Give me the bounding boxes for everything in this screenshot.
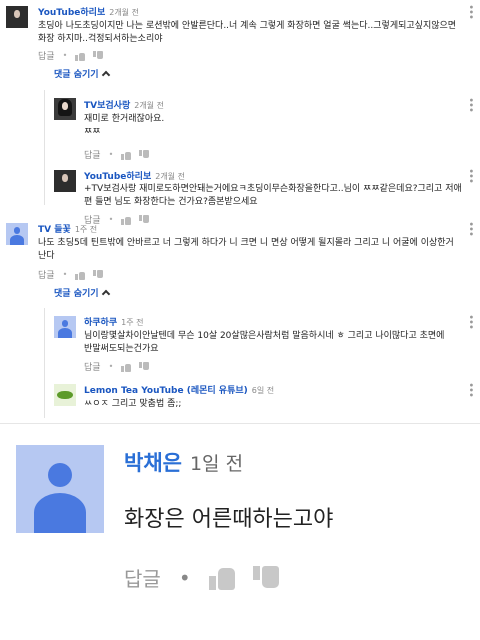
thumbs-down-icon[interactable] bbox=[139, 361, 150, 372]
section-divider bbox=[0, 423, 480, 424]
avatar-shoulders bbox=[33, 493, 87, 533]
avatar[interactable] bbox=[6, 6, 28, 28]
reply-button[interactable]: 답글 bbox=[84, 360, 101, 373]
comment-text: 재미로 한거래잖아요. ㅉㅉ bbox=[84, 114, 165, 137]
chevron-up-icon bbox=[101, 70, 110, 80]
author-name[interactable]: 하쿠하쿠 bbox=[84, 318, 117, 328]
reply-button[interactable]: 답글 bbox=[84, 148, 101, 161]
author-name[interactable]: TV 들꽃 bbox=[38, 225, 71, 235]
lemon-tea-icon bbox=[57, 390, 73, 400]
chevron-up-icon bbox=[101, 289, 110, 299]
thumbs-down-icon[interactable] bbox=[93, 269, 104, 280]
comment-time[interactable]: 1일 전 bbox=[190, 453, 243, 475]
avatar-face bbox=[13, 10, 21, 19]
thumbs-up-icon[interactable] bbox=[208, 566, 235, 590]
reply-thread-line bbox=[44, 90, 45, 205]
dot-separator: • bbox=[108, 362, 114, 371]
reply-button[interactable]: 답글 bbox=[38, 49, 55, 62]
avatar-head bbox=[13, 227, 21, 234]
comment-text: 님이랑몇살차이안날텐데 무슨 10살 20살많은사람처럼 말음하시네 ㅎ 그리고… bbox=[84, 331, 445, 354]
comment-time[interactable]: 2개월 전 bbox=[109, 8, 139, 17]
comment-author[interactable]: YouTube하리보 2개월 전 bbox=[38, 5, 139, 18]
thumbs-down-icon[interactable] bbox=[252, 565, 279, 590]
dot-separator: • bbox=[62, 270, 68, 279]
comment-time[interactable]: 2개월 전 bbox=[155, 172, 185, 181]
comment-author[interactable]: 박채은 1일 전 bbox=[124, 447, 243, 477]
avatar[interactable] bbox=[54, 384, 76, 406]
hide-replies-label: 댓글 숨기기 bbox=[54, 70, 99, 80]
author-name[interactable]: YouTube하리보 bbox=[84, 172, 151, 182]
avatar[interactable] bbox=[6, 223, 28, 245]
avatar-head bbox=[61, 320, 69, 327]
comment-author[interactable]: 하쿠하쿠 1주 전 bbox=[84, 315, 143, 328]
comment-actions: 답글 • bbox=[124, 563, 279, 592]
more-options-icon[interactable]: ••• bbox=[465, 221, 476, 236]
more-options-icon[interactable]: ••• bbox=[465, 314, 476, 329]
thumbs-down-icon[interactable] bbox=[139, 214, 150, 225]
avatar-shoulders bbox=[10, 235, 24, 245]
comment-actions: 답글 • bbox=[84, 148, 150, 161]
dot-separator: • bbox=[178, 565, 191, 590]
hide-replies-button[interactable]: 댓글 숨기기 bbox=[54, 67, 110, 80]
comment-text: ㅆㅇㅈ 그리고 맞춤법 좀;; bbox=[84, 399, 182, 409]
thumbs-down-icon[interactable] bbox=[139, 149, 150, 160]
avatar[interactable] bbox=[16, 445, 104, 533]
avatar-head bbox=[47, 462, 73, 488]
author-name[interactable]: Lemon Tea YouTube (레몬티 유튜브) bbox=[84, 386, 248, 396]
comment-text: 화장은 어른때하는고야 bbox=[124, 507, 334, 532]
comment-author[interactable]: YouTube하리보 2개월 전 bbox=[84, 169, 185, 182]
avatar[interactable] bbox=[54, 170, 76, 192]
dot-separator: • bbox=[108, 150, 114, 159]
author-name[interactable]: YouTube하리보 bbox=[38, 8, 105, 18]
comment-time[interactable]: 2개월 전 bbox=[134, 101, 164, 110]
more-options-icon[interactable]: ••• bbox=[465, 382, 476, 397]
dot-separator: • bbox=[108, 215, 114, 224]
author-name[interactable]: TV보검사랑 bbox=[84, 101, 130, 111]
more-options-icon[interactable]: ••• bbox=[465, 168, 476, 183]
comment-actions: 답글 • bbox=[38, 268, 104, 281]
thumbs-up-icon[interactable] bbox=[121, 150, 132, 160]
zoomed-comment: 박채은 1일 전 화장은 어른때하는고야 답글 • bbox=[0, 425, 480, 640]
comment-actions: 답글 • bbox=[84, 360, 150, 373]
hide-replies-label: 댓글 숨기기 bbox=[54, 289, 99, 299]
avatar[interactable] bbox=[54, 98, 76, 120]
thumbs-up-icon[interactable] bbox=[75, 51, 86, 61]
comment-text: +TV보검사랑 재미로도하면안돼는거에요ㅋ초딩이무슨화장을한다고..님이 ㅉㅉ같… bbox=[84, 184, 462, 207]
comment-author[interactable]: TV 들꽃 1주 전 bbox=[38, 222, 97, 235]
comment-author[interactable]: TV보검사랑 2개월 전 bbox=[84, 98, 164, 111]
comment-time[interactable]: 6일 전 bbox=[252, 386, 274, 395]
more-options-icon[interactable]: ••• bbox=[465, 4, 476, 19]
avatar-shoulders bbox=[58, 328, 72, 338]
reply-button[interactable]: 답글 bbox=[38, 268, 55, 281]
hide-replies-button[interactable]: 댓글 숨기기 bbox=[54, 286, 110, 299]
avatar[interactable] bbox=[54, 316, 76, 338]
comment-author[interactable]: Lemon Tea YouTube (레몬티 유튜브) 6일 전 bbox=[84, 383, 274, 396]
dot-separator: • bbox=[62, 51, 68, 60]
comment-actions: 답글 • bbox=[38, 49, 104, 62]
comment-text: 나도 초딩5데 틴트밖에 안바르고 너 그렇게 하다가 니 크면 니 면상 어떻… bbox=[38, 238, 454, 261]
author-name[interactable]: 박채은 bbox=[124, 451, 182, 475]
more-options-icon[interactable]: ••• bbox=[465, 97, 476, 112]
comment-time[interactable]: 1주 전 bbox=[75, 225, 97, 234]
thumbs-up-icon[interactable] bbox=[121, 362, 132, 372]
reply-button[interactable]: 답글 bbox=[124, 563, 161, 592]
comment-time[interactable]: 1주 전 bbox=[121, 318, 143, 327]
thumbs-down-icon[interactable] bbox=[93, 50, 104, 61]
reply-thread-line bbox=[44, 308, 45, 418]
comment-text: 초딩아 나도초딩이지만 나는 로션밖에 안발른단다..너 계속 그렇게 화장하면… bbox=[38, 21, 457, 44]
thumbs-up-icon[interactable] bbox=[121, 215, 132, 225]
thumbs-up-icon[interactable] bbox=[75, 270, 86, 280]
avatar-face bbox=[61, 174, 69, 183]
